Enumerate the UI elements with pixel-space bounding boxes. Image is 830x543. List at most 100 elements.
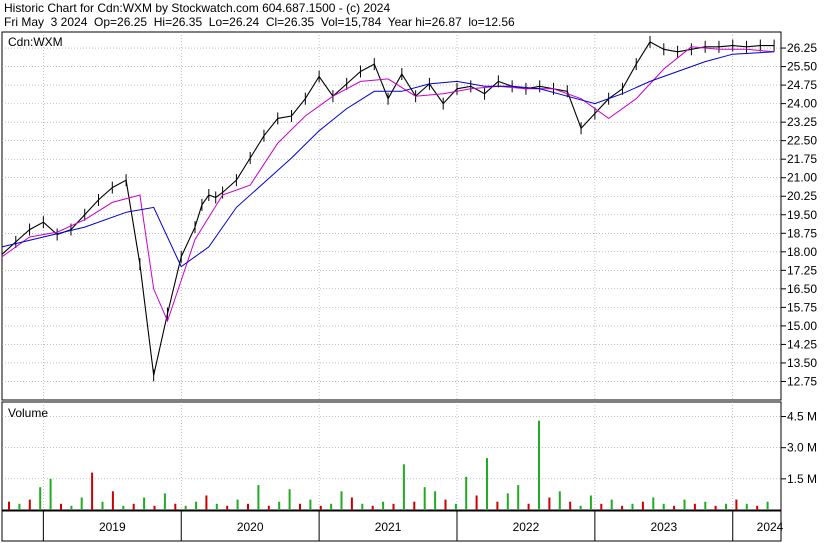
price-y-tick-label: 24.00 — [787, 97, 817, 111]
volume-bar — [506, 493, 509, 510]
volume-y-tick-label: 1.5 M — [787, 472, 817, 486]
volume-bar — [39, 487, 42, 510]
x-tick-label: 2020 — [237, 520, 264, 534]
volume-panel-label: Volume — [8, 406, 48, 420]
volume-bar — [392, 503, 395, 510]
volume-bar — [319, 505, 322, 510]
price-y-tick-label: 24.75 — [787, 78, 817, 92]
volume-bar — [579, 505, 582, 510]
price-y-tick-label: 18.00 — [787, 245, 817, 259]
volume-bar — [122, 505, 125, 510]
volume-bar — [101, 501, 104, 510]
volume-bar — [236, 499, 239, 510]
volume-bar — [28, 499, 31, 510]
volume-bar — [267, 505, 270, 510]
volume-bar — [402, 464, 405, 510]
volume-bar — [49, 478, 52, 510]
x-tick-label: 2019 — [99, 520, 126, 534]
volume-bar — [756, 505, 759, 510]
x-tick-label: 2022 — [513, 520, 540, 534]
volume-bar — [486, 458, 488, 510]
volume-bar — [517, 485, 520, 510]
volume-panel — [1, 401, 782, 511]
volume-bar — [174, 503, 177, 510]
volume-bar — [195, 501, 198, 510]
volume-bar — [330, 503, 333, 510]
x-tick-label: 2023 — [650, 520, 677, 534]
volume-bar — [725, 503, 727, 510]
volume-bar — [465, 476, 468, 510]
volume-bar — [80, 497, 83, 510]
volume-bar — [589, 495, 592, 510]
volume-bar — [548, 497, 551, 510]
x-tick-label: 2021 — [375, 520, 402, 534]
volume-bar — [673, 505, 676, 510]
price-y-tick-label: 14.25 — [787, 337, 817, 351]
price-panel — [1, 31, 782, 401]
volume-y-axis: 4.5 M 3.0 M 1.5 M — [781, 410, 817, 486]
volume-bar — [205, 495, 208, 510]
volume-bar — [600, 503, 603, 510]
volume-bar — [704, 501, 707, 510]
price-y-tick-label: 15.75 — [787, 300, 817, 314]
volume-bar — [8, 501, 10, 510]
volume-bar — [247, 503, 249, 510]
price-y-tick-label: 22.50 — [787, 134, 817, 148]
volume-bar — [111, 491, 114, 510]
volume-bar — [91, 472, 94, 510]
volume-bar — [413, 501, 416, 510]
price-y-tick-label: 18.75 — [787, 226, 817, 240]
volume-bar — [714, 505, 717, 510]
volume-bar — [662, 503, 665, 510]
volume-bar — [153, 505, 156, 510]
volume-bar — [18, 503, 21, 510]
volume-bar — [475, 495, 478, 510]
price-y-tick-label: 13.50 — [787, 356, 817, 370]
price-y-tick-label: 15.00 — [787, 319, 817, 333]
volume-bar — [60, 503, 62, 510]
volume-bar — [766, 501, 769, 510]
volume-bar — [299, 503, 301, 510]
volume-bar — [496, 501, 499, 510]
volume-y-tick-label: 3.0 M — [787, 441, 817, 455]
price-y-tick-label: 21.75 — [787, 152, 817, 166]
volume-y-tick-label: 4.5 M — [787, 410, 817, 424]
volume-bar — [610, 499, 613, 510]
volume-bar — [226, 505, 229, 510]
volume-bar — [454, 503, 457, 510]
volume-bar — [745, 503, 748, 510]
volume-bar — [70, 505, 73, 510]
x-tick-label: 2024 — [757, 520, 784, 534]
price-y-tick-label: 21.00 — [787, 171, 817, 185]
volume-bar — [641, 501, 644, 510]
price-y-tick-label: 19.50 — [787, 208, 817, 222]
volume-bar — [683, 499, 686, 510]
volume-bar — [361, 503, 364, 510]
volume-bar — [215, 503, 218, 510]
volume-bar — [693, 503, 696, 510]
price-panel-label: Cdn:WXM — [8, 35, 63, 49]
volume-bar — [621, 505, 624, 510]
volume-bar — [278, 501, 281, 510]
volume-bar — [340, 491, 343, 510]
price-y-tick-label: 20.25 — [787, 189, 817, 203]
volume-bar — [631, 503, 634, 510]
price-y-tick-label: 16.50 — [787, 282, 817, 296]
volume-bar — [569, 501, 572, 510]
volume-bar — [371, 505, 374, 510]
volume-bar — [558, 491, 561, 510]
price-y-tick-label: 12.75 — [787, 374, 817, 388]
volume-bar — [288, 489, 291, 510]
volume-bar — [163, 493, 166, 510]
price-y-tick-label: 25.50 — [787, 60, 817, 74]
volume-bar — [538, 420, 540, 510]
volume-bar — [350, 497, 353, 510]
volume-bar — [309, 499, 312, 510]
volume-bar — [184, 505, 187, 510]
volume-bar — [143, 497, 146, 510]
volume-bar — [132, 503, 135, 510]
volume-bar — [735, 499, 738, 510]
stock-chart: Cdn:WXM 26.25 25.50 24.75 24.00 23.25 22.50 21… — [1, 31, 817, 542]
volume-bar — [652, 497, 655, 510]
price-y-axis: 26.25 25.50 24.75 24.00 23.25 22.50 21.75 21.00… — [781, 41, 817, 388]
